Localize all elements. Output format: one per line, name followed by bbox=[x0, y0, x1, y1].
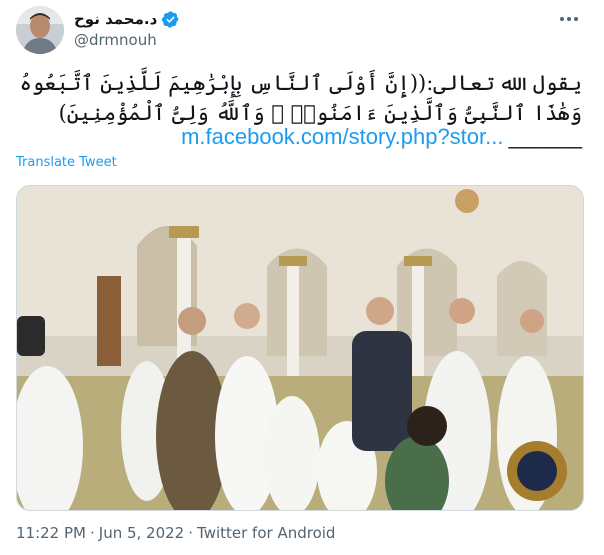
mosque-photo bbox=[17, 186, 583, 510]
tweet-time[interactable]: 11:22 PM bbox=[16, 524, 86, 542]
avatar[interactable] bbox=[16, 6, 64, 54]
translate-tweet-link[interactable]: Translate Tweet bbox=[16, 155, 117, 170]
tweet-source[interactable]: Twitter for Android bbox=[197, 524, 335, 542]
author-name-row: د.محمد نوح bbox=[74, 8, 180, 30]
author-handle[interactable]: @drmnouh bbox=[74, 31, 157, 49]
tweet-link[interactable]: m.facebook.com/story.php?stor... bbox=[181, 124, 503, 149]
tweet-meta: 11:22 PM · Jun 5, 2022 · Twitter for And… bbox=[16, 524, 335, 542]
tweet-text: يقول الله تعالى:((إِنَّ أَوْلَى ٱلنَّاسِ… bbox=[19, 71, 582, 125]
tweet-media-photo[interactable] bbox=[16, 185, 584, 511]
verified-badge-icon bbox=[161, 10, 180, 29]
tweet-date[interactable]: Jun 5, 2022 bbox=[99, 524, 184, 542]
avatar-photo bbox=[16, 6, 64, 54]
tweet-link-row: m.facebook.com/story.php?stor... ______ bbox=[181, 124, 582, 150]
meta-separator: · bbox=[89, 524, 95, 542]
more-dots-icon[interactable] bbox=[556, 6, 582, 32]
meta-separator: · bbox=[188, 524, 194, 542]
author-name[interactable]: د.محمد نوح bbox=[74, 10, 157, 28]
tweet-underscores: ______ bbox=[508, 124, 582, 149]
